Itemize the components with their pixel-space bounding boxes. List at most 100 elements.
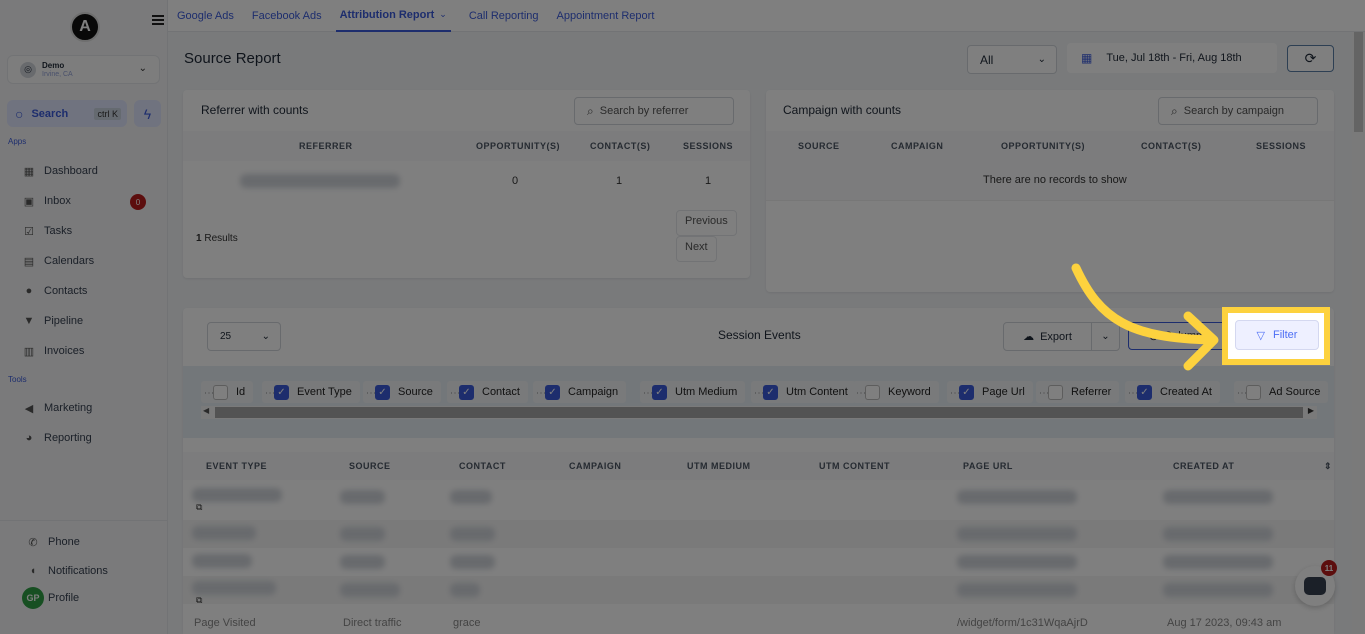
column-chip[interactable]: ⋮ ✓ Contact [447, 381, 528, 403]
chat-widget-button[interactable]: 11 [1295, 560, 1337, 606]
drag-handle-icon[interactable]: ⋮ [449, 388, 460, 396]
column-header[interactable]: CREATED AT [1173, 461, 1234, 471]
sidebar-item-profile[interactable]: GP Profile [22, 587, 79, 609]
column-header[interactable]: REFERRER [299, 141, 353, 151]
drag-handle-icon[interactable]: ⋮ [1236, 388, 1247, 396]
column-header[interactable]: CONTACT(S) [590, 141, 650, 151]
drag-handle-icon[interactable]: ⋮ [535, 388, 546, 396]
column-chip[interactable]: ⋮ ✓ Event Type [262, 381, 360, 403]
tab-facebook-ads[interactable]: Facebook Ads [252, 0, 322, 32]
column-checkbox[interactable] [1246, 384, 1261, 400]
drag-handle-icon[interactable]: ⋮ [949, 388, 960, 396]
columns-button[interactable]: ⊙ Columns [1128, 322, 1228, 350]
horizontal-scrollbar[interactable]: ◀ ▶ [201, 406, 1317, 419]
date-range-picker[interactable]: ▦ Tue, Jul 18th - Fri, Aug 18th [1067, 43, 1277, 73]
column-header[interactable]: OPPORTUNITY(S) [1001, 141, 1085, 151]
drag-handle-icon[interactable]: ⋮ [1127, 388, 1138, 396]
column-chip[interactable]: ⋮ Ad Source [1234, 381, 1329, 403]
campaign-search-input[interactable]: ⌕ Search by campaign [1158, 97, 1318, 125]
sidebar-item-pipeline[interactable]: ▼ Pipeline [22, 311, 84, 331]
drag-handle-icon[interactable]: ⋮ [642, 388, 653, 396]
sidebar-item-contacts[interactable]: ● Contacts [22, 281, 88, 301]
column-checkbox[interactable]: ✓ [375, 384, 390, 400]
column-header[interactable]: SESSIONS [1256, 141, 1306, 151]
column-header[interactable]: SOURCE [798, 141, 840, 151]
column-chip[interactable]: ⋮ ✓ Page Url [947, 381, 1033, 403]
quick-actions-button[interactable]: ϟ [134, 100, 161, 127]
column-checkbox[interactable]: ✓ [763, 384, 778, 400]
vertical-scrollbar[interactable] [1352, 32, 1365, 634]
sidebar-item-phone[interactable]: ✆ Phone [26, 532, 79, 552]
column-checkbox[interactable] [213, 384, 228, 400]
column-header[interactable]: EVENT TYPE [206, 461, 267, 471]
copy-icon[interactable]: ⧉ [196, 595, 202, 606]
sort-icon[interactable]: ⇕ [1324, 461, 1332, 472]
column-chip[interactable]: ⋮ Referrer [1036, 381, 1120, 403]
column-chip[interactable]: ⋮ ✓ Source [363, 381, 441, 403]
source-filter-select[interactable]: All ⌄ [967, 45, 1057, 74]
column-header[interactable]: UTM MEDIUM [687, 461, 751, 471]
drag-handle-icon[interactable]: ⋮ [1038, 388, 1049, 396]
drag-handle-icon[interactable]: ⋮ [753, 388, 764, 396]
column-chip[interactable]: ⋮ Keyword [853, 381, 939, 403]
column-chip[interactable]: ⋮ ✓ Utm Medium [640, 381, 746, 403]
page-url-cell[interactable]: /widget/form/1c31WqaAjrD [957, 617, 1088, 629]
column-header[interactable]: SOURCE [349, 461, 391, 471]
column-header[interactable]: OPPORTUNITY(S) [476, 141, 560, 151]
tab-google-ads[interactable]: Google Ads [177, 0, 234, 32]
sidebar-item-inbox[interactable]: ▣ Inbox [22, 191, 71, 211]
previous-page-button[interactable]: Previous [676, 210, 737, 236]
drag-handle-icon[interactable]: ⋮ [855, 388, 866, 396]
tab-appointment-report[interactable]: Appointment Report [557, 0, 655, 32]
copy-icon[interactable]: ⧉ [196, 502, 202, 513]
column-checkbox[interactable] [1048, 384, 1063, 400]
export-dropdown-toggle[interactable]: ⌄ [1092, 331, 1119, 342]
sidebar-item-tasks[interactable]: ☑ Tasks [22, 221, 72, 241]
column-checkbox[interactable]: ✓ [652, 384, 667, 400]
refresh-button[interactable]: ⟳ [1287, 45, 1334, 72]
column-checkbox[interactable]: ✓ [274, 384, 289, 400]
column-checkbox[interactable]: ✓ [1137, 384, 1152, 400]
column-header[interactable]: UTM CONTENT [819, 461, 890, 471]
contact-cell[interactable]: grace [453, 617, 481, 629]
invoice-icon: ▥ [23, 345, 35, 358]
scroll-right-arrow[interactable]: ▶ [1308, 406, 1314, 415]
scroll-left-arrow[interactable]: ◀ [203, 406, 209, 415]
sidebar-item-marketing[interactable]: ◀ Marketing [22, 398, 93, 418]
collapse-menu-icon[interactable] [152, 15, 164, 27]
sidebar-item-dashboard[interactable]: ▦ Dashboard [22, 161, 98, 181]
sidebar-item-notifications[interactable]: ◖ Notifications [26, 561, 108, 581]
drag-handle-icon[interactable]: ⋮ [365, 388, 376, 396]
account-switcher[interactable]: ◎ Demo Irvine, CA ⌄ [7, 55, 160, 84]
app-logo[interactable]: A [70, 12, 100, 42]
sidebar-item-invoices[interactable]: ▥ Invoices [22, 341, 85, 361]
sidebar-item-calendars[interactable]: ▤ Calendars [22, 251, 94, 271]
column-checkbox[interactable]: ✓ [459, 384, 474, 400]
column-chip[interactable]: ⋮ ✓ Campaign [533, 381, 627, 403]
tab-call-reporting[interactable]: Call Reporting [469, 0, 539, 32]
scrollbar-thumb[interactable] [1354, 32, 1363, 132]
column-chip[interactable]: ⋮ ✓ Utm Content [751, 381, 856, 403]
filter-button[interactable]: ▽ Filter [1235, 320, 1319, 350]
column-checkbox[interactable]: ✓ [959, 384, 974, 400]
drag-handle-icon[interactable]: ⋮ [264, 388, 275, 396]
next-page-button[interactable]: Next [676, 236, 717, 262]
sidebar-search[interactable]: ○ Search ctrl K [7, 100, 127, 127]
column-header[interactable]: CONTACT [459, 461, 506, 471]
tab-attribution-report[interactable]: Attribution Report ⌄ [335, 0, 451, 32]
column-header[interactable]: CONTACT(S) [1141, 141, 1201, 151]
column-header[interactable]: CAMPAIGN [891, 141, 943, 151]
export-button[interactable]: ☁ Export [1004, 323, 1092, 350]
scrollbar-thumb[interactable] [215, 407, 1303, 418]
column-header[interactable]: PAGE URL [963, 461, 1013, 471]
column-header[interactable]: CAMPAIGN [569, 461, 621, 471]
referrer-search-input[interactable]: ⌕ Search by referrer [574, 97, 734, 125]
column-checkbox[interactable] [865, 384, 880, 400]
column-chip[interactable]: ⋮ ✓ Created At [1125, 381, 1220, 403]
column-header[interactable]: SESSIONS [683, 141, 733, 151]
per-page-select[interactable]: 25 ⌄ [207, 322, 281, 351]
sidebar-item-reporting[interactable]: ◕ Reporting [22, 428, 92, 448]
column-chip[interactable]: ⋮ Id [201, 381, 254, 403]
column-checkbox[interactable]: ✓ [545, 384, 560, 400]
drag-handle-icon[interactable]: ⋮ [203, 388, 214, 396]
